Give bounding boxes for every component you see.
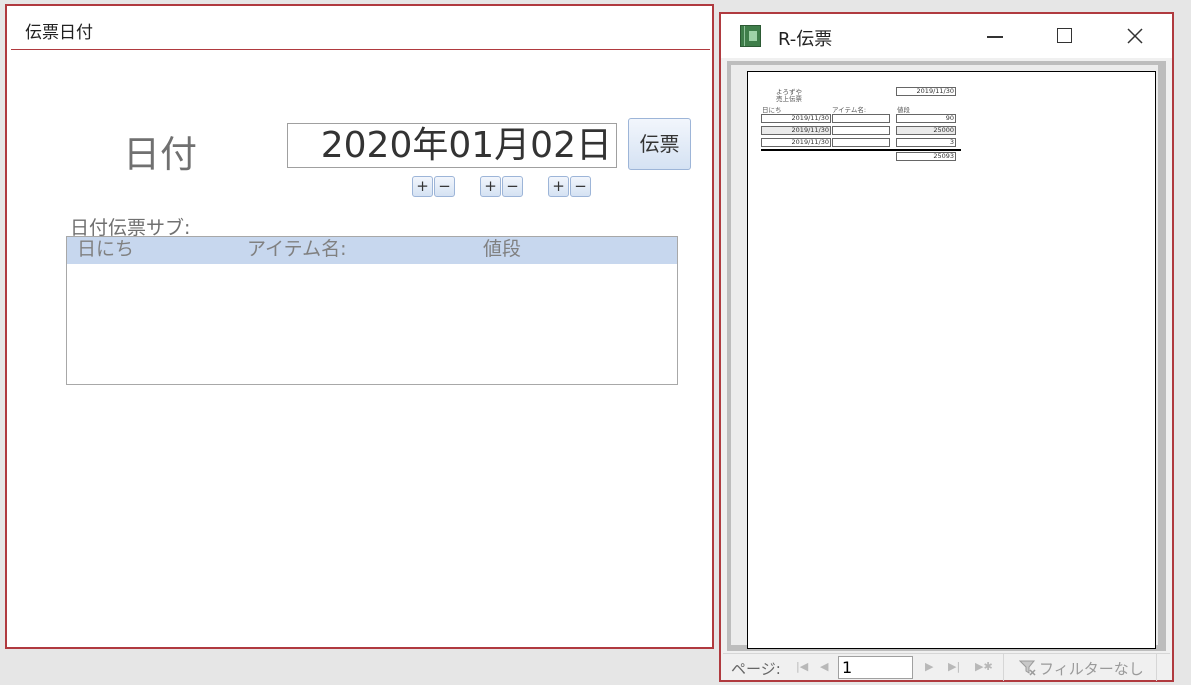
- column-header-price[interactable]: 値段: [483, 237, 521, 261]
- record-navigation-bar: ページ: |◀ ◀ 1 ▶ ▶| ▶✱ フィルターなし: [723, 653, 1170, 681]
- new-record-icon[interactable]: ▶✱: [975, 660, 993, 673]
- prev-page-icon[interactable]: ◀: [820, 660, 828, 673]
- form-title: 伝票日付: [25, 23, 93, 43]
- report-row-price: 3: [896, 138, 956, 147]
- report-preview-window: R-伝票 よろずや 売上伝票 2019/11/30 日にち アイテム名: 値段 …: [719, 12, 1174, 682]
- year-plus-button[interactable]: +: [412, 176, 433, 197]
- report-row-price: 90: [896, 114, 956, 123]
- year-minus-button[interactable]: −: [434, 176, 455, 197]
- form-window: 伝票日付 日付 2020年01月02日 伝票 + − + − + − 日付伝票サ…: [5, 4, 714, 649]
- year-adjust-group: + −: [412, 176, 455, 197]
- close-button[interactable]: [1117, 22, 1153, 50]
- subform-header: 日にち アイテム名: 値段: [67, 237, 677, 264]
- print-preview-area[interactable]: よろずや 売上伝票 2019/11/30 日にち アイテム名: 値段 2019/…: [727, 61, 1166, 651]
- page-number-input[interactable]: 1: [838, 656, 913, 679]
- report-col-price: 値段: [897, 106, 910, 114]
- page-label: ページ:: [731, 660, 781, 678]
- filter-icon[interactable]: [1019, 659, 1037, 677]
- report-slip-title: 売上伝票: [776, 95, 802, 103]
- last-page-icon[interactable]: ▶|: [948, 660, 960, 673]
- report-row-date: 2019/11/30: [761, 114, 831, 123]
- report-title: R-伝票: [778, 29, 833, 50]
- slip-button[interactable]: 伝票: [628, 118, 691, 170]
- report-total: 25093: [896, 152, 956, 161]
- report-col-date: 日にち: [762, 106, 782, 114]
- minimize-button[interactable]: [977, 22, 1013, 50]
- report-row-price: 25000: [896, 126, 956, 135]
- title-divider: [11, 49, 710, 50]
- report-header-date: 2019/11/30: [896, 87, 956, 96]
- report-titlebar[interactable]: R-伝票: [721, 14, 1172, 58]
- day-minus-button[interactable]: −: [570, 176, 591, 197]
- column-header-date[interactable]: 日にち: [77, 237, 134, 261]
- day-adjust-group: + −: [548, 176, 591, 197]
- filter-status[interactable]: フィルターなし: [1039, 658, 1144, 679]
- report-row-item: [832, 138, 890, 147]
- month-adjust-group: + −: [480, 176, 523, 197]
- nav-separator: [1156, 654, 1157, 681]
- report-col-item: アイテム名:: [832, 106, 867, 114]
- month-minus-button[interactable]: −: [502, 176, 523, 197]
- report-row-date: 2019/11/30: [761, 138, 831, 147]
- maximize-icon: [1057, 28, 1072, 43]
- minimize-icon: [987, 36, 1003, 38]
- nav-separator: [1003, 654, 1004, 681]
- report-total-rule: [761, 149, 961, 151]
- report-row-item: [832, 114, 890, 123]
- date-label: 日付: [123, 133, 197, 176]
- report-page: よろずや 売上伝票 2019/11/30 日にち アイテム名: 値段 2019/…: [747, 71, 1156, 649]
- report-row-date: 2019/11/30: [761, 126, 831, 135]
- next-page-icon[interactable]: ▶: [925, 660, 933, 673]
- day-plus-button[interactable]: +: [548, 176, 569, 197]
- month-plus-button[interactable]: +: [480, 176, 501, 197]
- first-page-icon[interactable]: |◀: [796, 660, 808, 673]
- subform-datasheet[interactable]: 日にち アイテム名: 値段: [66, 236, 678, 385]
- column-header-item[interactable]: アイテム名:: [247, 237, 347, 261]
- report-app-icon: [740, 25, 761, 47]
- date-field[interactable]: 2020年01月02日: [287, 123, 617, 168]
- preview-background: よろずや 売上伝票 2019/11/30 日にち アイテム名: 値段 2019/…: [731, 65, 1158, 649]
- report-row-item: [832, 126, 890, 135]
- close-icon: [1127, 28, 1143, 44]
- maximize-button[interactable]: [1047, 22, 1083, 50]
